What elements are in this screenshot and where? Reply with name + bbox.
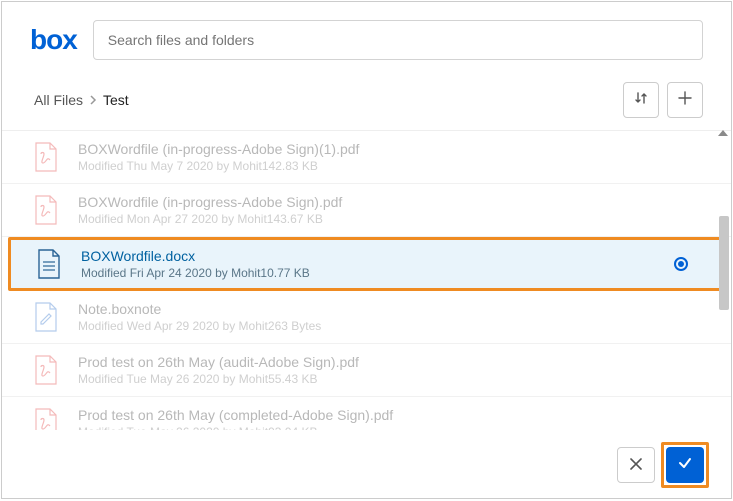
file-subtext: Modified Tue May 26 2020 by Mohit55.43 K… <box>78 372 691 386</box>
sort-button[interactable] <box>623 82 659 118</box>
boxnote-file-icon <box>32 301 60 333</box>
scrollbar[interactable] <box>719 130 729 428</box>
file-list: BOXWordfile (in-progress-Adobe Sign)(1).… <box>2 130 731 430</box>
file-name: Note.boxnote <box>78 301 691 317</box>
file-name: Prod test on 26th May (completed-Adobe S… <box>78 407 691 423</box>
sort-icon <box>633 90 649 111</box>
file-row[interactable]: BOXWordfile (in-progress-Adobe Sign).pdf… <box>2 184 731 237</box>
radio-selected-icon[interactable] <box>674 257 688 271</box>
add-button[interactable] <box>667 82 703 118</box>
file-name: BOXWordfile (in-progress-Adobe Sign).pdf <box>78 194 691 210</box>
file-subtext: Modified Fri Apr 24 2020 by Mohit10.77 K… <box>81 266 656 280</box>
file-meta: BOXWordfile (in-progress-Adobe Sign).pdf… <box>78 194 691 226</box>
pdf-file-icon <box>32 141 60 173</box>
file-row[interactable]: Note.boxnote Modified Wed Apr 29 2020 by… <box>2 291 731 344</box>
docx-file-icon <box>35 248 63 280</box>
pdf-file-icon <box>32 407 60 430</box>
search-field-wrap[interactable] <box>93 20 703 60</box>
confirm-highlight <box>661 442 709 488</box>
scroll-thumb[interactable] <box>719 216 729 310</box>
file-subtext: Modified Tue May 26 2020 by Mohit93.04 K… <box>78 425 691 430</box>
file-meta: Prod test on 26th May (completed-Adobe S… <box>78 407 691 430</box>
plus-icon <box>677 90 693 111</box>
breadcrumb: All Files Test <box>34 92 129 108</box>
footer-actions <box>617 442 709 488</box>
file-meta: BOXWordfile (in-progress-Adobe Sign)(1).… <box>78 141 691 173</box>
box-logo: box <box>30 24 77 56</box>
file-subtext: Modified Wed Apr 29 2020 by Mohit263 Byt… <box>78 319 691 333</box>
file-name: Prod test on 26th May (audit-Adobe Sign)… <box>78 354 691 370</box>
pdf-file-icon <box>32 194 60 226</box>
file-row[interactable]: Prod test on 26th May (completed-Adobe S… <box>2 397 731 430</box>
file-meta: Note.boxnote Modified Wed Apr 29 2020 by… <box>78 301 691 333</box>
subheader: All Files Test <box>2 74 731 130</box>
file-subtext: Modified Mon Apr 27 2020 by Mohit143.67 … <box>78 212 691 226</box>
search-input[interactable] <box>108 32 688 48</box>
file-row[interactable]: BOXWordfile (in-progress-Adobe Sign)(1).… <box>2 131 731 184</box>
file-meta: BOXWordfile.docx Modified Fri Apr 24 202… <box>81 248 656 280</box>
close-icon <box>629 455 643 476</box>
file-subtext: Modified Thu May 7 2020 by Mohit142.83 K… <box>78 159 691 173</box>
file-row-selected[interactable]: BOXWordfile.docx Modified Fri Apr 24 202… <box>8 237 725 291</box>
cancel-button[interactable] <box>617 447 655 483</box>
header-actions <box>623 82 703 118</box>
breadcrumb-current: Test <box>103 92 129 108</box>
file-name: BOXWordfile.docx <box>81 248 656 264</box>
check-icon <box>677 455 693 476</box>
pdf-file-icon <box>32 354 60 386</box>
header: box <box>2 2 731 74</box>
chevron-right-icon <box>89 92 97 108</box>
file-row[interactable]: Prod test on 26th May (audit-Adobe Sign)… <box>2 344 731 397</box>
scroll-up-icon[interactable] <box>718 130 728 136</box>
file-name: BOXWordfile (in-progress-Adobe Sign)(1).… <box>78 141 691 157</box>
confirm-button[interactable] <box>666 447 704 483</box>
breadcrumb-root[interactable]: All Files <box>34 92 83 108</box>
file-meta: Prod test on 26th May (audit-Adobe Sign)… <box>78 354 691 386</box>
